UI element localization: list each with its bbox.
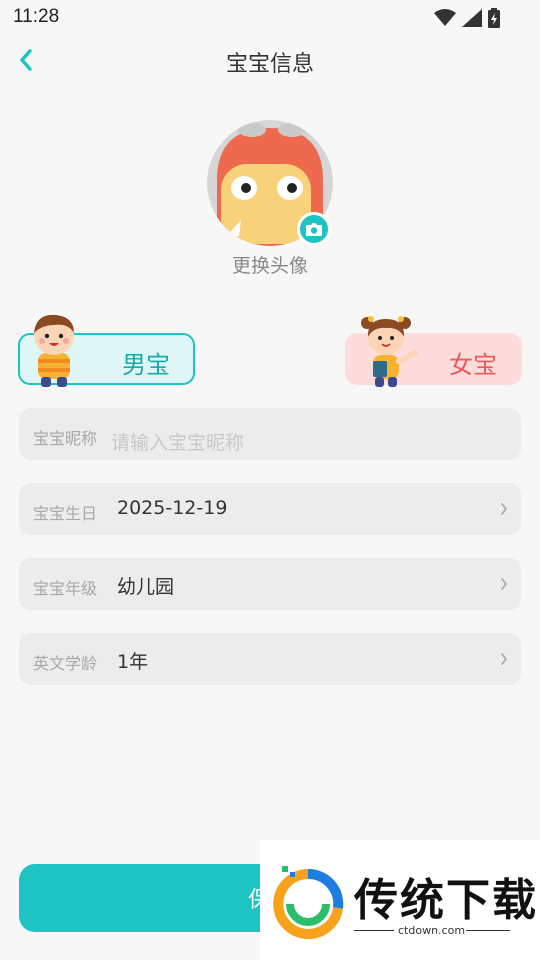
camera-badge[interactable] xyxy=(297,212,331,246)
grade-field[interactable]: 宝宝年级 幼儿园 xyxy=(19,558,521,610)
english-age-field[interactable]: 英文学龄 1年 xyxy=(19,633,521,685)
nickname-field[interactable]: 宝宝昵称 xyxy=(19,408,521,460)
watermark: 传统下载 ctdown.com xyxy=(260,840,540,960)
chevron-right-icon xyxy=(501,578,507,590)
nickname-input[interactable] xyxy=(111,428,501,458)
chevron-right-icon xyxy=(501,653,507,665)
change-avatar-label[interactable]: 更换头像 xyxy=(0,251,540,278)
gender-boy-button[interactable]: 男宝 xyxy=(18,314,195,387)
camera-icon xyxy=(306,222,322,236)
status-icons xyxy=(434,8,500,28)
birthday-label: 宝宝生日 xyxy=(33,504,98,523)
watermark-logo xyxy=(273,866,344,939)
signal-icon xyxy=(462,9,482,27)
birthday-field[interactable]: 宝宝生日 2025-12-19 xyxy=(19,483,521,535)
page-title: 宝宝信息 xyxy=(225,52,314,77)
watermark-title: 传统下载 xyxy=(354,875,538,926)
status-bar: 11:28 xyxy=(0,0,540,36)
watermark-url: ctdown.com xyxy=(398,924,466,937)
watermark-divider xyxy=(354,930,394,931)
birthday-value: 2025-12-19 xyxy=(117,497,228,519)
gender-girl-button[interactable]: 女宝 xyxy=(345,316,522,387)
gender-boy-label: 男宝 xyxy=(122,351,170,379)
grade-value: 幼儿园 xyxy=(117,576,175,598)
nickname-label: 宝宝昵称 xyxy=(33,429,98,448)
watermark-divider xyxy=(466,930,510,931)
grade-label: 宝宝年级 xyxy=(33,579,98,598)
chevron-right-icon xyxy=(501,503,507,515)
boy-illustration xyxy=(34,314,74,387)
status-time: 11:28 xyxy=(13,6,60,27)
nav-bar: 宝宝信息 xyxy=(0,36,540,84)
english-age-value: 1年 xyxy=(117,651,149,673)
english-age-label: 英文学龄 xyxy=(33,654,98,673)
wifi-icon xyxy=(434,9,456,26)
gender-girl-label: 女宝 xyxy=(449,351,497,379)
girl-illustration xyxy=(361,316,418,387)
battery-icon xyxy=(488,8,500,28)
avatar-button[interactable] xyxy=(207,120,333,246)
